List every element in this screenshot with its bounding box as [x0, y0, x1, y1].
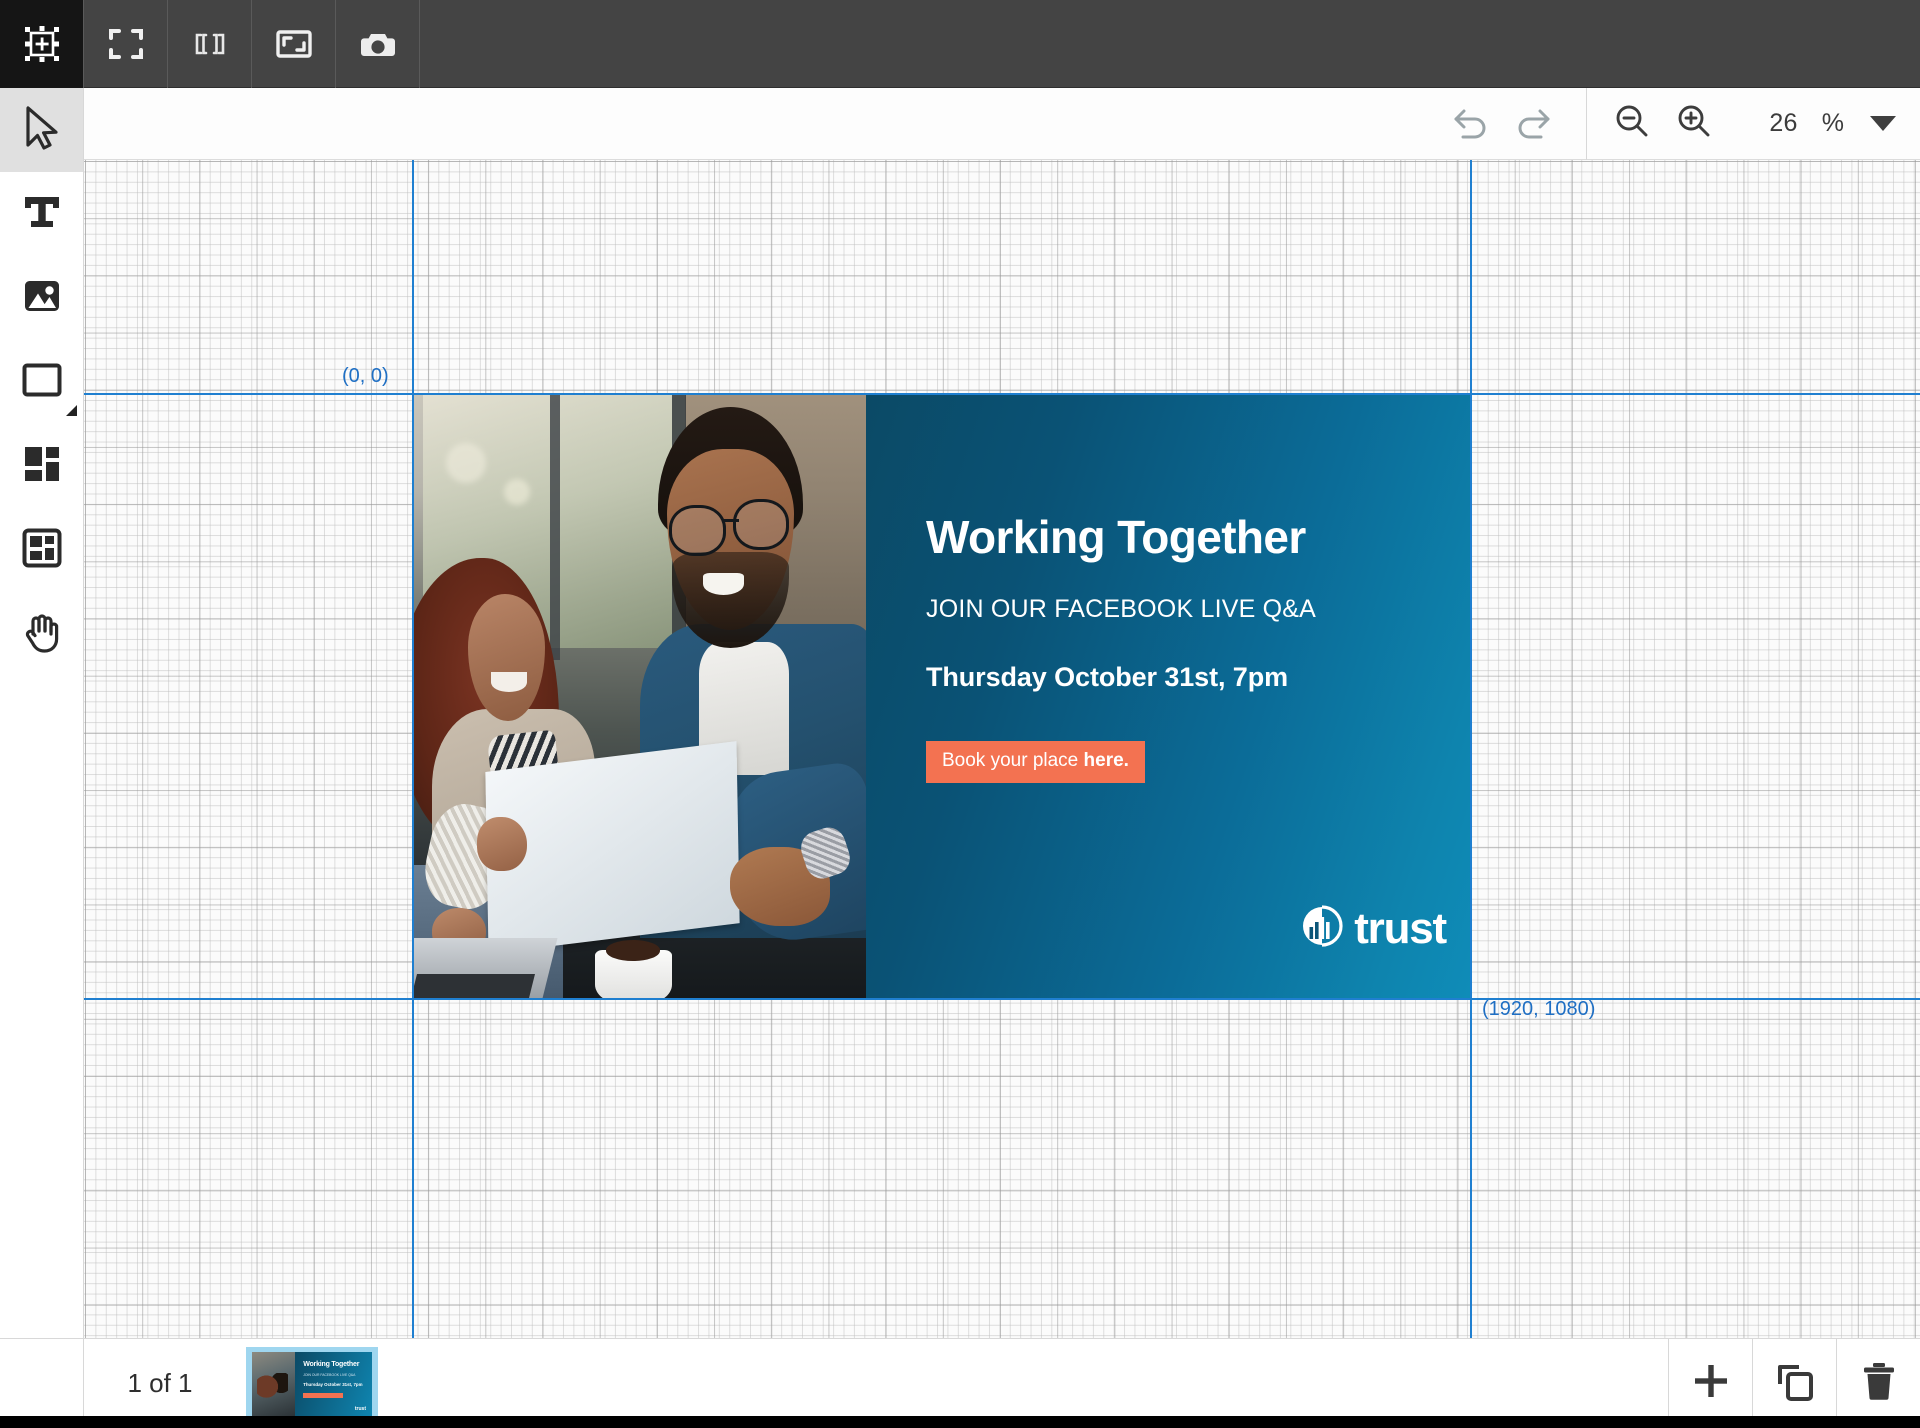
undo-button[interactable] — [1440, 88, 1502, 160]
artboard-banner[interactable]: Working Together JOIN OUR FACEBOOK LIVE … — [414, 395, 1470, 998]
photo-bokeh — [446, 443, 486, 483]
zoom-in-icon — [1673, 100, 1715, 147]
photo-coffee — [606, 940, 660, 961]
image-icon — [21, 275, 63, 322]
sidebar-item-grid[interactable] — [0, 424, 83, 508]
zoom-out-icon — [1611, 100, 1653, 147]
delete-page-button[interactable] — [1836, 1339, 1920, 1428]
thumbnail-subtitle: JOIN OUR FACEBOOK LIVE Q&A — [303, 1373, 372, 1377]
main-row: 26 % (0, 0) (1920, 1080) — [0, 88, 1920, 1338]
add-page-button[interactable] — [1668, 1339, 1752, 1428]
pages-bar-spacer — [388, 1339, 1668, 1428]
photo-man-smile — [703, 573, 744, 595]
extent-coordinate-label: (1920, 1080) — [1482, 998, 1595, 1021]
banner-photo — [414, 395, 866, 998]
blocks-icon — [21, 443, 63, 490]
capture-button[interactable] — [336, 0, 420, 88]
left-tool-rail — [0, 88, 84, 1338]
banner-date: Thursday October 31st, 7pm — [926, 662, 1470, 693]
zoom-level-value[interactable]: 26 — [1769, 109, 1797, 138]
toolbar-divider — [1586, 88, 1587, 160]
page-counter: 1 of 1 — [84, 1339, 236, 1428]
sidebar-item-shape[interactable] — [0, 340, 83, 424]
photo-man-glasses — [669, 505, 726, 556]
zoom-out-button[interactable] — [1601, 88, 1663, 160]
show-bounds-button[interactable] — [168, 0, 252, 88]
trash-icon — [1856, 1358, 1902, 1409]
plus-icon — [1688, 1358, 1734, 1409]
sidebar-item-text[interactable] — [0, 172, 83, 256]
pages-bar-left-gutter — [0, 1339, 84, 1428]
hand-icon — [21, 610, 63, 659]
camera-icon — [357, 23, 399, 65]
page-thumbnail-list: Working Together JOIN OUR FACEBOOK LIVE … — [236, 1339, 388, 1428]
sidebar-item-layout[interactable] — [0, 508, 83, 592]
banner-headline: Working Together — [926, 513, 1470, 561]
add-artboard-button[interactable] — [0, 0, 84, 88]
fit-to-screen-button[interactable] — [84, 0, 168, 88]
chevron-down-icon[interactable] — [1870, 116, 1896, 131]
sidebar-item-select[interactable] — [0, 88, 83, 172]
origin-coordinate-label: (0, 0) — [342, 365, 389, 388]
guide-left — [412, 160, 414, 1338]
banner-subheadline: JOIN OUR FACEBOOK LIVE Q&A — [926, 595, 1470, 624]
pages-bar: 1 of 1 Working Together JOIN OUR FACEBOO… — [0, 1338, 1920, 1428]
book-your-place-button[interactable]: Book your place here. — [926, 741, 1145, 783]
design-editor-app: 26 % (0, 0) (1920, 1080) — [0, 0, 1920, 1428]
page-thumbnail-preview: Working Together JOIN OUR FACEBOOK LIVE … — [252, 1352, 372, 1416]
sidebar-item-image[interactable] — [0, 256, 83, 340]
photo-woman-smile — [491, 672, 527, 691]
photo-woman-hand — [477, 817, 527, 871]
photo-mullion — [550, 395, 560, 660]
duplicate-page-button[interactable] — [1752, 1339, 1836, 1428]
trust-logo: trust — [1301, 905, 1446, 952]
photo-laptop-keys — [414, 974, 535, 998]
window-footer — [0, 1416, 1920, 1428]
trust-mark-icon — [1301, 905, 1343, 952]
guide-top — [84, 393, 1920, 395]
top-toolbar-spacer — [420, 0, 1920, 87]
brackets-icon — [190, 24, 230, 64]
canvas-toolbar: 26 % — [84, 88, 1920, 160]
thumbnail-title: Working Together — [303, 1361, 372, 1368]
text-t-icon — [21, 191, 63, 238]
zoom-controls: 26 % — [1601, 88, 1902, 160]
banner-content-panel: Working Together JOIN OUR FACEBOOK LIVE … — [866, 395, 1470, 998]
history-controls — [1440, 88, 1564, 160]
shape-flyout-caret-icon[interactable] — [66, 405, 77, 416]
thumbnail-cta — [303, 1393, 343, 1398]
guide-right — [1470, 160, 1472, 1338]
page-thumbnail[interactable]: Working Together JOIN OUR FACEBOOK LIVE … — [246, 1347, 378, 1421]
thumbnail-panel: Working Together JOIN OUR FACEBOOK LIVE … — [295, 1352, 372, 1416]
layout-frame-icon — [21, 527, 63, 574]
top-toolbar — [0, 0, 1920, 88]
cta-label: Book your place — [942, 750, 1084, 771]
cta-link-label: here. — [1084, 750, 1129, 771]
sidebar-item-pan[interactable] — [0, 592, 83, 676]
guide-bottom — [84, 998, 1920, 1000]
trust-wordmark: trust — [1354, 907, 1446, 951]
photo-man-glasses — [724, 519, 738, 522]
copy-icon — [1772, 1358, 1818, 1409]
add-artboard-icon — [22, 24, 62, 64]
resize-canvas-icon — [273, 23, 315, 65]
redo-icon — [1512, 100, 1554, 147]
resize-canvas-button[interactable] — [252, 0, 336, 88]
thumbnail-date: Thursday October 31st, 7pm — [303, 1382, 372, 1387]
canvas-column: 26 % (0, 0) (1920, 1080) — [84, 88, 1920, 1338]
zoom-in-button[interactable] — [1663, 88, 1725, 160]
thumbnail-logo: trust — [355, 1406, 366, 1412]
redo-button[interactable] — [1502, 88, 1564, 160]
zoom-unit-label: % — [1822, 109, 1844, 138]
undo-icon — [1450, 100, 1492, 147]
rectangle-icon — [20, 361, 64, 404]
cursor-arrow-icon — [21, 105, 63, 156]
thumbnail-photo — [252, 1352, 295, 1416]
photo-man-glasses — [733, 499, 790, 550]
fullscreen-icon — [106, 24, 146, 64]
design-canvas[interactable]: (0, 0) (1920, 1080) — [84, 160, 1920, 1338]
